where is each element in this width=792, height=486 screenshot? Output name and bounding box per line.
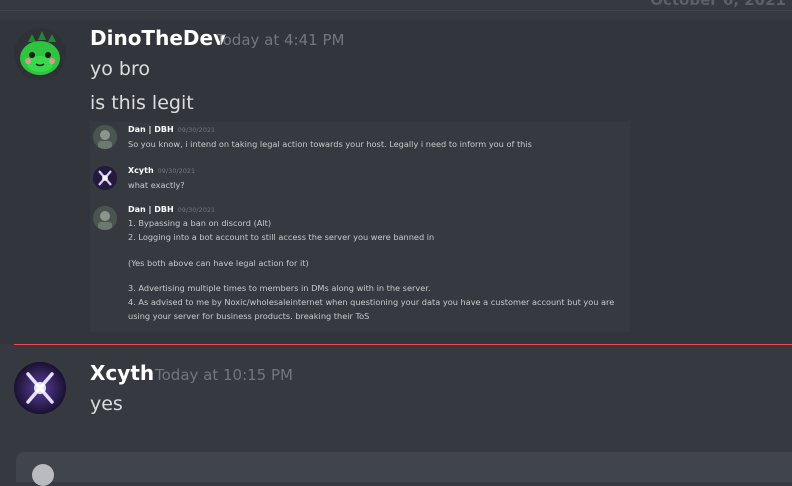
timestamp: Today at 4:41 PM (216, 31, 345, 49)
username[interactable]: Xcyth (90, 361, 154, 385)
date-divider: October 6, 2021 (0, 0, 792, 20)
embedded-text: 4. As advised to me by Noxic/wholesalein… (128, 297, 615, 307)
embedded-text: 1. Bypassing a ban on discord (Alt) (128, 218, 272, 228)
embedded-date: 09/30/2021 (177, 126, 216, 134)
xcyth-avatar-icon (14, 362, 66, 414)
add-attachment-icon[interactable] (32, 464, 54, 486)
message-group-xcyth[interactable]: Xcyth Today at 10:15 PM yes (0, 356, 792, 436)
user-avatar-icon (93, 206, 117, 230)
embedded-date: 09/30/2021 (177, 206, 216, 214)
embedded-text: using your server for business products.… (128, 311, 370, 321)
message-text: yes (90, 393, 123, 415)
embedded-message: Dan | DBH 09/30/2021 So you know, i inten… (90, 122, 630, 156)
username[interactable]: DinoTheDev (90, 26, 226, 50)
timestamp: Today at 10:15 PM (155, 366, 293, 384)
message-text: is this legit (90, 92, 194, 114)
divider-line (0, 10, 792, 11)
embedded-avatar (93, 125, 117, 149)
embedded-message: Xcyth 09/30/2021 what exactly? (90, 164, 630, 194)
user-avatar-icon (93, 125, 117, 149)
xcyth-avatar-icon (93, 166, 117, 190)
embedded-avatar (93, 166, 117, 190)
dino-avatar-icon (14, 28, 66, 80)
embedded-text: 3. Advertising multiple times to members… (128, 283, 431, 293)
embedded-date: 09/30/2021 (157, 167, 196, 175)
message-text: yo bro (90, 58, 150, 80)
embedded-username: Dan | DBH 09/30/2021 (128, 125, 216, 134)
embedded-text: 2. Logging into a bot account to still a… (128, 232, 435, 242)
avatar[interactable] (14, 362, 66, 414)
embedded-username: Dan | DBH 09/30/2021 (128, 205, 216, 214)
embedded-avatar (93, 206, 117, 230)
avatar[interactable] (14, 28, 66, 80)
screenshot-attachment[interactable]: Dan | DBH 09/30/2021 So you know, i inten… (90, 122, 630, 332)
embedded-text: what exactly? (128, 180, 185, 190)
embedded-message: Dan | DBH 09/30/2021 1. Bypassing a ban o… (90, 204, 630, 332)
embedded-username: Xcyth 09/30/2021 (128, 166, 196, 175)
new-messages-divider (14, 344, 792, 345)
embedded-text: So you know, i intend on taking legal ac… (128, 139, 532, 149)
embedded-text: (Yes both above can have legal action fo… (128, 258, 309, 268)
date-divider-label: October 6, 2021 (640, 0, 792, 9)
message-composer[interactable] (16, 452, 792, 486)
